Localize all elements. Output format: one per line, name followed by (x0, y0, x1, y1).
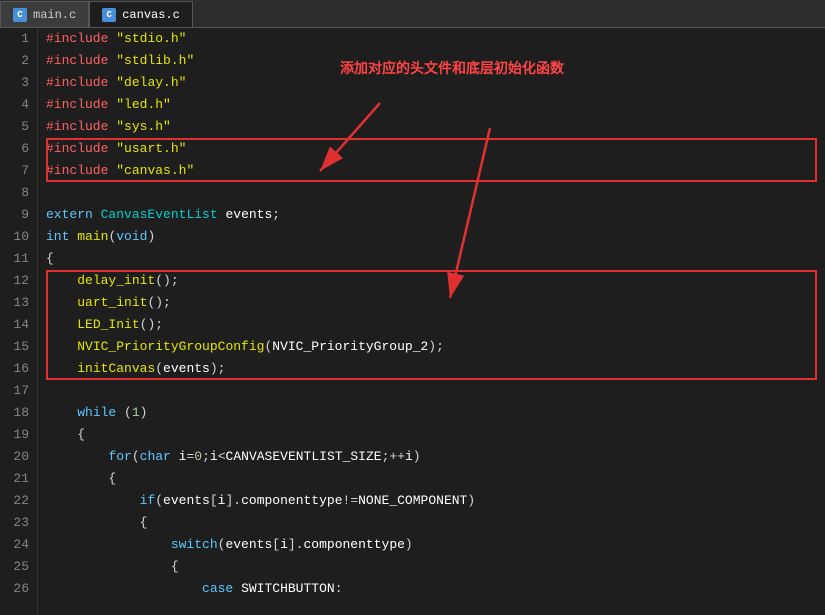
code-line-15: NVIC_PriorityGroupConfig(NVIC_PriorityGr… (38, 336, 825, 358)
code-line-22: if(events[i].componenttype!=NONE_COMPONE… (38, 490, 825, 512)
code-line-10: int main(void) (38, 226, 825, 248)
code-line-14: LED_Init(); (38, 314, 825, 336)
ln-10: 10 (8, 226, 29, 248)
ln-13: 13 (8, 292, 29, 314)
ln-11: 11 (8, 248, 29, 270)
code-line-21: { (38, 468, 825, 490)
code-line-18: while (1) (38, 402, 825, 424)
ln-14: 14 (8, 314, 29, 336)
tab-label-canvas: canvas.c (122, 8, 180, 22)
editor: 1 2 3 4 5 6 7 8 9 10 11 12 13 14 15 16 1… (0, 28, 825, 615)
code-line-8 (38, 182, 825, 204)
tab-bar: C main.c C canvas.c (0, 0, 825, 28)
code-line-16: initCanvas(events); (38, 358, 825, 380)
tab-label-main: main.c (33, 8, 76, 22)
code-line-24: switch(events[i].componenttype) (38, 534, 825, 556)
code-line-1: #include "stdio.h" (38, 28, 825, 50)
ln-26: 26 (8, 578, 29, 600)
ln-20: 20 (8, 446, 29, 468)
ln-2: 2 (8, 50, 29, 72)
code-line-26: case SWITCHBUTTON: (38, 578, 825, 600)
code-line-23: { (38, 512, 825, 534)
ln-24: 24 (8, 534, 29, 556)
ln-8: 8 (8, 182, 29, 204)
code-line-12: delay_init(); (38, 270, 825, 292)
ln-12: 12 (8, 270, 29, 292)
ln-21: 21 (8, 468, 29, 490)
ln-16: 16 (8, 358, 29, 380)
ln-17: 17 (8, 380, 29, 402)
code-line-25: { (38, 556, 825, 578)
tab-main-c[interactable]: C main.c (0, 1, 89, 27)
code-line-4: #include "led.h" (38, 94, 825, 116)
ln-23: 23 (8, 512, 29, 534)
code-line-11: { (38, 248, 825, 270)
code-area[interactable]: #include "stdio.h" #include "stdlib.h" #… (38, 28, 825, 615)
tab-icon-canvas: C (102, 8, 116, 22)
code-line-5: #include "sys.h" (38, 116, 825, 138)
code-line-13: uart_init(); (38, 292, 825, 314)
tab-icon-main: C (13, 8, 27, 22)
code-line-3: #include "delay.h" (38, 72, 825, 94)
ln-19: 19 (8, 424, 29, 446)
ln-1: 1 (8, 28, 29, 50)
ln-6: 6 (8, 138, 29, 160)
code-line-17 (38, 380, 825, 402)
ln-5: 5 (8, 116, 29, 138)
ln-18: 18 (8, 402, 29, 424)
line-numbers: 1 2 3 4 5 6 7 8 9 10 11 12 13 14 15 16 1… (0, 28, 38, 615)
code-line-7: #include "canvas.h" (38, 160, 825, 182)
code-line-9: extern CanvasEventList events; (38, 204, 825, 226)
ln-3: 3 (8, 72, 29, 94)
code-line-19: { (38, 424, 825, 446)
code-line-6: #include "usart.h" (38, 138, 825, 160)
ln-4: 4 (8, 94, 29, 116)
tab-canvas-c[interactable]: C canvas.c (89, 1, 193, 27)
ln-7: 7 (8, 160, 29, 182)
ln-22: 22 (8, 490, 29, 512)
ln-25: 25 (8, 556, 29, 578)
ln-15: 15 (8, 336, 29, 358)
code-line-20: for(char i=0;i<CANVASEVENTLIST_SIZE;++i) (38, 446, 825, 468)
code-line-2: #include "stdlib.h" (38, 50, 825, 72)
ln-9: 9 (8, 204, 29, 226)
